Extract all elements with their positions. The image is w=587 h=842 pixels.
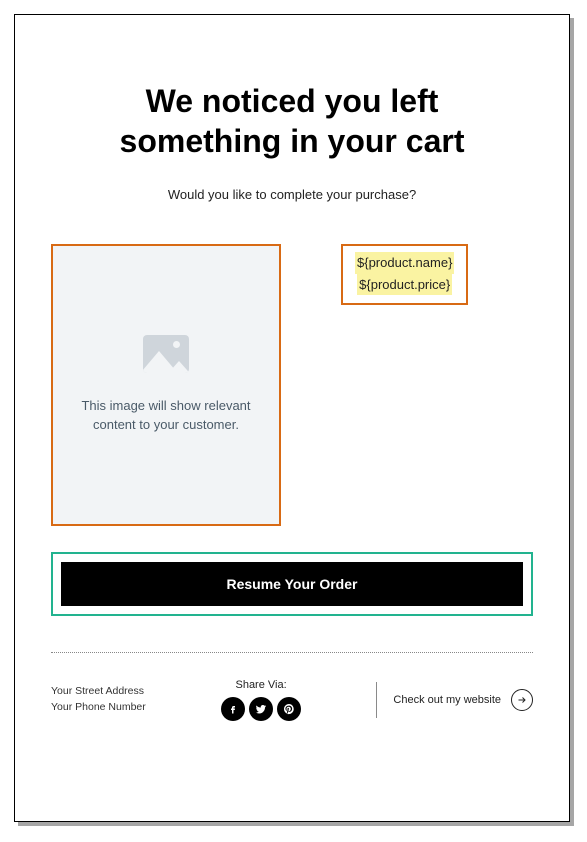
product-name-token: ${product.name} — [355, 252, 454, 274]
phone-line: Your Phone Number — [51, 700, 146, 716]
image-placeholder-caption: This image will show relevant content to… — [81, 397, 250, 435]
divider — [51, 652, 533, 653]
website-block: Check out my website — [376, 682, 533, 718]
share-icons — [221, 697, 301, 721]
product-details-placeholder[interactable]: ${product.name} ${product.price} — [341, 244, 468, 305]
image-icon — [143, 335, 189, 373]
product-image-placeholder[interactable]: This image will show relevant content to… — [51, 244, 281, 526]
facebook-icon[interactable] — [221, 697, 245, 721]
share-label: Share Via: — [235, 679, 286, 691]
headline: We noticed you left something in your ca… — [51, 81, 533, 161]
email-template: We noticed you left something in your ca… — [14, 14, 570, 822]
product-price-token: ${product.price} — [357, 274, 452, 296]
share-block: Share Via: — [221, 679, 301, 721]
cta-section: Resume Your Order — [51, 552, 533, 616]
pinterest-icon[interactable] — [277, 697, 301, 721]
twitter-icon[interactable] — [249, 697, 273, 721]
resume-order-button[interactable]: Resume Your Order — [61, 562, 523, 606]
footer: Your Street Address Your Phone Number Sh… — [51, 679, 533, 721]
product-row: This image will show relevant content to… — [51, 244, 533, 526]
arrow-right-icon[interactable] — [511, 689, 533, 711]
website-label: Check out my website — [393, 694, 501, 706]
subhead: Would you like to complete your purchase… — [51, 187, 533, 202]
contact-info: Your Street Address Your Phone Number — [51, 684, 146, 716]
address-line: Your Street Address — [51, 684, 146, 700]
